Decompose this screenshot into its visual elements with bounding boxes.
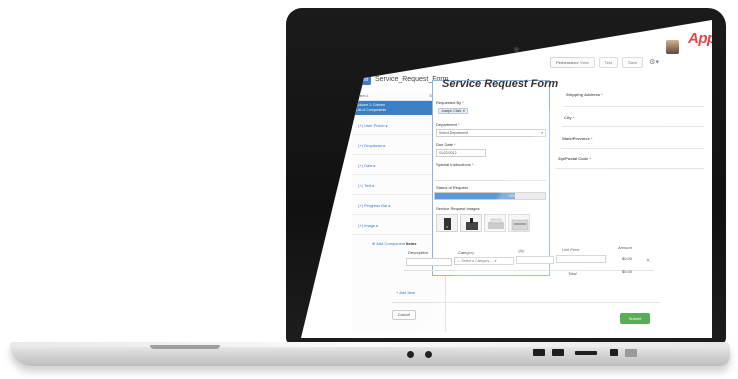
cancel-button[interactable]: Cancel (392, 310, 416, 320)
usb-port-icon (552, 349, 564, 356)
avatar[interactable] (666, 40, 679, 54)
description-input[interactable] (406, 258, 452, 266)
phone-icon (444, 218, 451, 230)
divider (392, 302, 660, 303)
page-title: Service Request Form (442, 78, 559, 90)
power-port-icon (625, 349, 637, 357)
audio-jack-icon (425, 351, 432, 358)
shipping-address-field[interactable] (564, 106, 704, 107)
phone-image[interactable] (436, 214, 458, 232)
shipping-address-label: Shipping Address * (566, 92, 603, 97)
status-progress-percent: 73% (507, 194, 515, 198)
amount-column-header: Amount (618, 245, 632, 250)
top-toolbar: Performance View Test Save ⚙▾ (550, 52, 661, 72)
deskphone-image[interactable] (460, 214, 482, 232)
status-progress-bar: 73% (434, 192, 546, 200)
department-dropdown[interactable]: Select Department ▾ (436, 129, 546, 137)
printer-icon (488, 218, 504, 229)
total-label: Total (568, 271, 577, 276)
appian-logo: Appian (688, 30, 736, 47)
due-date-field[interactable]: 01/22/2012 (436, 149, 486, 157)
remove-user-icon[interactable]: ✕ (462, 109, 465, 113)
total-value: $0.00 (622, 269, 633, 274)
qty-input[interactable] (516, 256, 554, 264)
performance-view-button[interactable]: Performance View (550, 56, 595, 68)
category-column-header: Category (458, 250, 475, 255)
city-field[interactable] (562, 126, 704, 127)
test-button[interactable]: Test (598, 56, 618, 68)
copier-image[interactable] (508, 214, 530, 232)
camera-icon (514, 47, 519, 52)
state-field[interactable] (560, 148, 704, 149)
remove-row-icon[interactable]: ✕ (646, 258, 650, 264)
images-label: Service Request Images (436, 206, 480, 211)
sd-slot-icon (575, 351, 597, 355)
divider (434, 180, 546, 181)
department-label: Department * (436, 122, 460, 127)
unit-price-input[interactable] (556, 255, 606, 263)
requested-by-label: Requested By * (436, 100, 464, 105)
laptop-base-edge (10, 342, 730, 347)
requested-by-user-pill[interactable]: Joseph Clark ✕ (438, 108, 469, 114)
items-section-label: Items (406, 241, 417, 246)
deskphone-icon (466, 218, 478, 230)
lid-opening-notch (150, 345, 220, 349)
city-label: City * (564, 115, 575, 120)
qty-column-header: Qty (518, 248, 525, 253)
divider (404, 270, 654, 271)
status-progress-fill (435, 193, 516, 199)
description-column-header: Description (408, 250, 429, 255)
status-label: Status of Request (436, 185, 468, 190)
copier-icon (511, 219, 529, 231)
add-item-link[interactable]: + Add Item (396, 290, 415, 295)
thunderbolt-port-icon (610, 349, 618, 356)
category-dropdown[interactable]: --- Select a Category --- ▾ (454, 257, 514, 265)
zip-field[interactable] (556, 168, 704, 169)
audio-jack-icon (407, 351, 414, 358)
zip-label: Zip/Postal Code * (558, 156, 591, 161)
due-date-label: Due Date * (436, 142, 456, 147)
save-button[interactable]: Save (621, 56, 644, 68)
special-instructions-label: Special Instructions * (436, 162, 474, 167)
sidebar-selected-line: List of Components (356, 108, 387, 112)
chevron-down-icon: ▾ (541, 131, 543, 135)
state-label: State/Province * (562, 136, 593, 141)
submit-button[interactable]: Submit (620, 313, 650, 324)
printer-image[interactable] (484, 214, 506, 232)
gear-icon[interactable]: ⚙▾ (647, 58, 661, 66)
row-amount: $0.00 (622, 256, 633, 261)
unit-price-column-header: Unit Price (562, 247, 580, 252)
usb-port-icon (533, 349, 545, 356)
